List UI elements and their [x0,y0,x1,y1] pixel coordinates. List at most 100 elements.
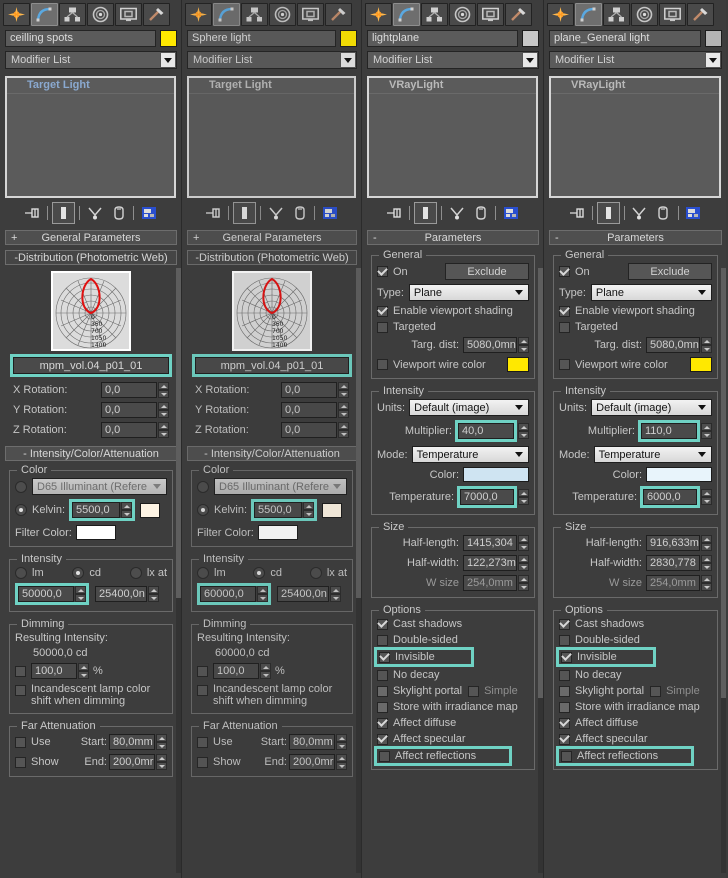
filter-color-swatch[interactable] [75,525,116,540]
make-unique-icon[interactable] [446,203,467,223]
type-combo[interactable]: Plane [590,284,712,301]
show-end-result-icon[interactable] [233,202,256,224]
object-name-input[interactable]: lightplane [367,30,518,47]
multiplier-spinner[interactable] [701,423,712,439]
stack-item[interactable]: Target Light [7,78,174,94]
mode-combo[interactable]: Temperature [593,446,712,463]
atten-use-checkbox[interactable] [197,736,208,748]
affect-reflections-checkbox[interactable] [561,750,572,762]
object-name-input[interactable]: plane_General light [549,30,701,47]
panel-scrollbar-2[interactable] [356,268,361,873]
store-irradiance-checkbox[interactable] [377,701,388,713]
intensity-lx-field[interactable]: 25400,0n [277,586,329,602]
enable-vp-shading-checkbox[interactable] [377,305,388,317]
affect-specular-checkbox[interactable] [559,733,570,745]
dimming-checkbox[interactable] [197,665,208,677]
parameters-rollout-3[interactable]: - Parameters General On Exclude Type: Pl… [367,230,539,770]
atten-end-spinner[interactable] [336,754,347,770]
no-decay-checkbox[interactable] [377,669,388,681]
modify-tab[interactable] [393,3,420,26]
z-rotation-field[interactable]: 0,0 [281,422,337,438]
display-tab[interactable] [297,3,324,26]
half-width-field[interactable]: 2830,778 [646,555,700,571]
motion-tab[interactable] [87,3,114,26]
modifier-list-dropdown[interactable]: Modifier List [549,51,722,69]
affect-reflections-checkbox[interactable] [379,750,390,762]
w-size-field[interactable]: 254,0mm [463,575,517,591]
remove-modifier-icon[interactable] [653,203,674,223]
cast-shadows-checkbox[interactable] [377,618,388,630]
y-rotation-spinner[interactable] [158,402,169,418]
distribution-header[interactable]: -Distribution (Photometric Web) [187,250,357,265]
atten-start-spinner[interactable] [336,734,347,750]
affect-specular-checkbox[interactable] [377,733,388,745]
modify-tab[interactable] [31,3,58,26]
x-rotation-spinner[interactable] [158,382,169,398]
lm-radio[interactable] [197,567,209,579]
half-length-spinner[interactable] [701,535,712,551]
vp-wire-color-checkbox[interactable] [377,359,388,370]
intensity-color-header[interactable]: - Intensity/Color/Attenuation [5,446,177,461]
wire-color-swatch[interactable] [522,30,539,47]
hierarchy-tab[interactable] [603,3,630,26]
pin-stack-icon[interactable] [384,203,405,223]
wire-color-swatch[interactable] [705,30,722,47]
simple-checkbox[interactable] [468,685,480,697]
targ-dist-spinner[interactable] [518,337,529,353]
show-end-result-icon[interactable] [414,202,437,224]
half-length-field[interactable]: 916,633m [646,535,700,551]
panel-scrollbar-4[interactable] [721,268,726,873]
hierarchy-tab[interactable] [59,3,86,26]
panel-scrollbar-1[interactable] [176,268,181,873]
pin-stack-icon[interactable] [203,203,224,223]
utilities-tab[interactable] [325,3,352,26]
modifier-list-dropdown[interactable]: Modifier List [367,51,539,69]
atten-start-field[interactable]: 80,0mm [289,734,335,750]
cd-radio[interactable] [253,567,266,579]
exclude-button[interactable]: Exclude [445,263,529,280]
lx-radio[interactable] [129,567,142,579]
affect-diffuse-checkbox[interactable] [559,717,570,729]
remove-modifier-icon[interactable] [470,203,491,223]
distribution-rollout-2[interactable]: -Distribution (Photometric Web) 0 350 700… [187,250,357,438]
double-sided-checkbox[interactable] [559,634,570,646]
hierarchy-tab[interactable] [421,3,448,26]
create-tab[interactable] [547,3,574,26]
intensity-lx-spinner[interactable] [148,586,159,602]
configure-sets-icon[interactable] [319,203,340,223]
chevron-down-icon[interactable] [340,52,356,68]
targ-dist-field[interactable]: 5080,0mn [646,337,700,353]
intensity-cd-spinner[interactable] [257,586,268,602]
x-rotation-field[interactable]: 0,0 [101,382,157,398]
stack-item[interactable]: VRayLight [551,78,719,94]
type-combo[interactable]: Plane [408,284,529,301]
display-tab[interactable] [659,3,686,26]
configure-sets-icon[interactable] [683,203,704,223]
dim-percent-spinner[interactable] [78,663,89,679]
intensity-cd-field[interactable]: 50000,0 [18,586,74,602]
panel-scrollbar-3[interactable] [538,268,543,873]
z-rotation-spinner[interactable] [158,422,169,438]
wire-color-swatch[interactable] [340,30,357,47]
remove-modifier-icon[interactable] [108,203,129,223]
intensity-color-rollout-2[interactable]: - Intensity/Color/Attenuation Color D65 … [187,446,357,777]
units-combo[interactable]: Default (image) [409,399,529,416]
incandescent-checkbox[interactable] [15,685,26,696]
invisible-checkbox[interactable] [379,651,390,663]
chevron-down-icon[interactable] [522,52,538,68]
targ-dist-field[interactable]: 5080,0mn [463,337,517,353]
atten-end-field[interactable]: 200,0mr [289,754,335,770]
on-checkbox[interactable] [559,266,570,277]
motion-tab[interactable] [449,3,476,26]
skylight-portal-checkbox[interactable] [559,685,570,697]
utilities-tab[interactable] [143,3,170,26]
general-parameters-header[interactable]: + General Parameters [187,230,357,245]
affect-diffuse-checkbox[interactable] [377,717,388,729]
dim-percent-field[interactable]: 100,0 [31,663,77,679]
simple-checkbox[interactable] [650,685,662,697]
stack-item[interactable]: Target Light [189,78,354,94]
intensity-lx-field[interactable]: 25400,0n [95,586,147,602]
atten-show-checkbox[interactable] [197,756,208,768]
light-color-swatch[interactable] [463,467,529,482]
dim-percent-spinner[interactable] [260,663,271,679]
